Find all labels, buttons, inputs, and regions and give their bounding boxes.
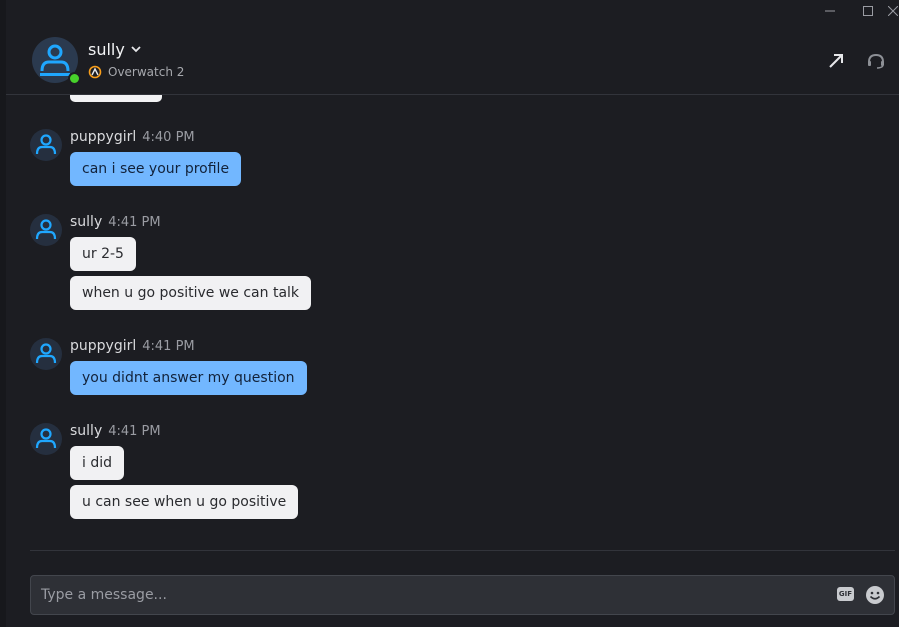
timestamp: 4:40 PM: [142, 130, 195, 145]
message-bubble[interactable]: ur 2-5: [70, 237, 136, 271]
author-name[interactable]: puppygirl: [70, 338, 136, 354]
message-input[interactable]: Type a message...: [41, 576, 167, 614]
message-bubble[interactable]: when u go positive we can talk: [70, 276, 312, 310]
previous-message-bubble: [70, 95, 162, 102]
chevron-down-icon: [131, 46, 141, 53]
window-controls: [811, 0, 899, 22]
gif-icon[interactable]: GIF: [837, 587, 854, 601]
online-status-dot: [68, 72, 81, 85]
overwatch-icon: [88, 65, 102, 79]
message-bubble[interactable]: i did: [70, 446, 125, 480]
message-bubble[interactable]: u can see when u go positive: [70, 485, 299, 519]
author-name[interactable]: sully: [70, 214, 102, 230]
game-status: Overwatch 2: [88, 65, 184, 79]
pop-out-button[interactable]: [825, 50, 847, 72]
user-silhouette-icon: [35, 219, 57, 240]
user-silhouette-icon: [35, 134, 57, 155]
message-composer[interactable]: Type a message... GIF: [30, 575, 895, 615]
message-meta: sully 4:41 PM: [70, 214, 161, 230]
message-bubble[interactable]: can i see your profile: [70, 152, 242, 186]
arrow-up-right-icon: [829, 54, 843, 68]
message-bubble[interactable]: you didnt answer my question: [70, 361, 307, 395]
timestamp: 4:41 PM: [108, 215, 161, 230]
author-name[interactable]: sully: [70, 423, 102, 439]
avatar[interactable]: [30, 423, 62, 455]
maximize-button[interactable]: [849, 0, 887, 22]
composer-divider: [30, 550, 895, 551]
minimize-button[interactable]: [811, 0, 849, 22]
timestamp: 4:41 PM: [108, 424, 161, 439]
user-silhouette-icon: [35, 343, 57, 364]
voice-call-button[interactable]: [865, 50, 887, 72]
headset-icon: [868, 53, 884, 69]
chat-header: sully Overwatch 2: [6, 22, 899, 95]
message-meta: sully 4:41 PM: [70, 423, 161, 439]
avatar[interactable]: [30, 214, 62, 246]
avatar[interactable]: [30, 129, 62, 161]
close-button[interactable]: [887, 0, 899, 22]
user-silhouette-icon: [35, 428, 57, 449]
game-name: Overwatch 2: [108, 65, 185, 79]
timestamp: 4:41 PM: [142, 339, 195, 354]
message-list[interactable]: puppygirl 4:40 PM can i see your profile …: [6, 95, 899, 550]
header-actions: [825, 50, 887, 72]
avatar[interactable]: [30, 338, 62, 370]
contact-name: sully: [88, 40, 125, 59]
message-meta: puppygirl 4:41 PM: [70, 338, 195, 354]
author-name[interactable]: puppygirl: [70, 129, 136, 145]
message-meta: puppygirl 4:40 PM: [70, 129, 195, 145]
contact-name-dropdown[interactable]: sully: [88, 40, 141, 59]
emoji-icon[interactable]: [865, 585, 885, 605]
